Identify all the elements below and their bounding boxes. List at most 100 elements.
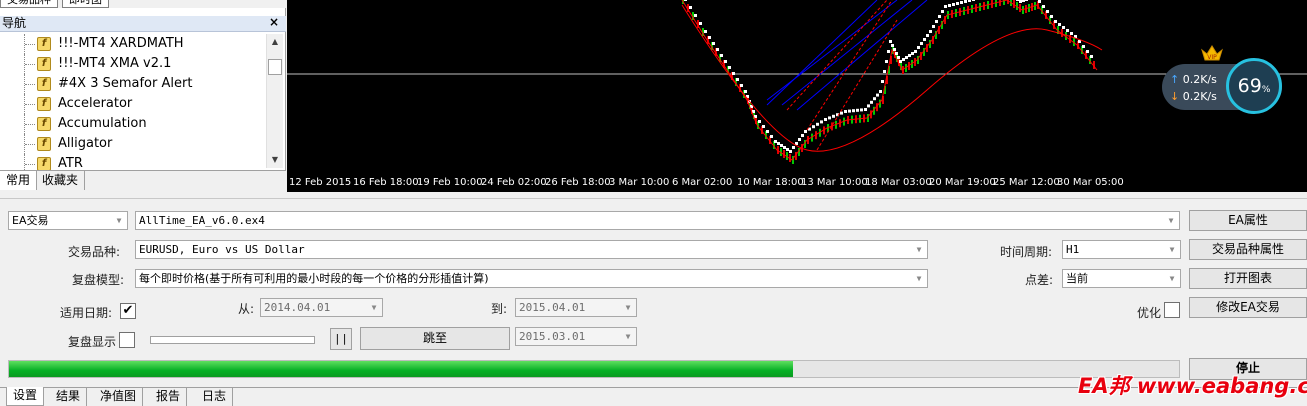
tab-report[interactable]: 报告 [150, 388, 188, 406]
fractal-dot [801, 134, 804, 137]
fractal-dot [926, 34, 929, 37]
skip-date-picker[interactable]: 2015.03.01 ▼ [515, 327, 637, 346]
tree-item[interactable]: f #4X 3 Semafor Alert [0, 74, 266, 94]
scroll-down-icon[interactable]: ▼ [267, 152, 283, 168]
tab-symbols[interactable]: 交易品种 [0, 0, 58, 8]
vip-badge-text: VIP [1207, 54, 1217, 61]
fractal-dot [792, 146, 795, 149]
fractal-dot [1019, 0, 1022, 3]
tree-item[interactable]: f ATR [0, 154, 266, 170]
fractal-dot [689, 6, 692, 9]
fractal-dot [941, 10, 944, 13]
symbol-properties-button[interactable]: 交易品种属性 [1189, 239, 1307, 260]
indicator-f-icon: f [37, 57, 51, 71]
symbol-select[interactable]: EURUSD, Euro vs US Dollar ▼ [135, 240, 928, 259]
fractal-dot [1066, 29, 1069, 32]
fractal-dot [935, 20, 938, 23]
use-date-checkbox[interactable]: ✔ [120, 303, 136, 319]
chevron-down-icon: ▼ [1168, 216, 1174, 225]
tree-item[interactable]: f Accelerator [0, 94, 266, 114]
gauge-value: 69 [1237, 75, 1262, 97]
mode-select[interactable]: EA交易 ▼ [8, 211, 128, 230]
period-select[interactable]: H1 ▼ [1062, 240, 1181, 259]
fan-line-red-dashed [786, 0, 888, 111]
from-date-picker[interactable]: 2014.04.01 ▼ [260, 298, 383, 317]
fractal-dot [883, 70, 886, 73]
fractal-dot [824, 118, 827, 121]
tree-item[interactable]: f !!!-MT4 XARDMATH [0, 34, 266, 54]
symbol-label: 交易品种: [68, 245, 121, 259]
tree-item-label: ATR [58, 156, 83, 170]
tree-item[interactable]: f !!!-MT4 XMA v2.1 [0, 54, 266, 74]
skip-to-button[interactable]: 跳至 [360, 327, 510, 350]
tab-favorites[interactable]: 收藏夹 [36, 171, 86, 190]
fractal-dot [770, 135, 773, 138]
expert-select[interactable]: AllTime_EA_v6.0.ex4 ▼ [135, 211, 1180, 230]
price-chart[interactable] [287, 0, 1307, 175]
modify-expert-button[interactable]: 修改EA交易 [1189, 297, 1307, 318]
visual-speed-slider[interactable] [150, 336, 315, 344]
visual-mode-checkbox[interactable] [119, 332, 135, 348]
spread-select[interactable]: 当前 ▼ [1062, 269, 1181, 288]
spread-value: 当前 [1066, 272, 1088, 285]
fractal-dot [777, 142, 780, 145]
tree-item[interactable]: f Alligator [0, 134, 266, 154]
fractal-dot [948, 4, 951, 7]
fractal-dot [786, 148, 789, 151]
scroll-up-icon[interactable]: ▲ [267, 34, 283, 50]
fractal-dot [968, 0, 971, 2]
vip-crown-icon: VIP [1201, 44, 1223, 62]
fractal-dot [923, 38, 926, 41]
scroll-thumb[interactable] [268, 59, 282, 75]
tab-quick-chart[interactable]: 即时图 [62, 0, 109, 8]
expert-properties-button[interactable]: EA属性 [1189, 210, 1307, 231]
tree-item[interactable]: f Accumulation [0, 114, 266, 134]
time-tick-label: 25 Mar 12:00 [993, 177, 1060, 188]
chart-time-axis: 12 Feb 2015 16 Feb 18:00 19 Feb 10:00 24 Fe… [287, 175, 1307, 192]
fractal-dot [899, 60, 902, 63]
fractal-dot [914, 50, 917, 53]
fractal-dot [712, 42, 715, 45]
tree-connector [24, 54, 35, 74]
fan-line-blue [766, 0, 898, 101]
indicator-tree: f !!!-MT4 XARDMATH f !!!-MT4 XMA v2.1 f #4X… [0, 34, 266, 170]
tab-results[interactable]: 结果 [50, 388, 88, 406]
fractal-dot [798, 138, 801, 141]
navigator-bottom-tabs: 常用 收藏夹 [0, 170, 286, 192]
time-tick-label: 19 Feb 10:00 [417, 177, 483, 188]
chevron-down-icon: ▼ [916, 274, 922, 283]
pause-button[interactable]: | | [330, 328, 352, 350]
tab-common[interactable]: 常用 [0, 171, 38, 190]
tree-item-label: Accelerator [58, 96, 133, 111]
time-tick-label: 6 Mar 02:00 [672, 177, 733, 188]
fractal-dot [694, 14, 697, 17]
download-arrow-icon: ↓ [1170, 90, 1180, 103]
tree-item-label: !!!-MT4 XMA v2.1 [58, 56, 172, 71]
tab-equity-graph[interactable]: 净值图 [94, 388, 144, 406]
fractal-dot [758, 120, 761, 123]
close-icon[interactable]: × [269, 15, 279, 29]
optimize-checkbox[interactable] [1164, 302, 1180, 318]
download-speed: ↓ 0.2K/s [1170, 90, 1217, 103]
tab-settings[interactable]: 设置 [6, 387, 45, 406]
time-tick-label: 30 Mar 05:00 [1057, 177, 1124, 188]
fractal-dot [870, 100, 873, 104]
fractal-dot [832, 114, 835, 118]
fractal-dot [684, 0, 687, 1]
time-tick-label: 26 Feb 18:00 [545, 177, 611, 188]
open-chart-button[interactable]: 打开图表 [1189, 268, 1307, 289]
to-date-picker[interactable]: 2015.04.01 ▼ [515, 298, 637, 317]
fractal-dot [840, 111, 843, 115]
model-select[interactable]: 每个即时价格(基于所有可利用的最小时段的每一个价格的分形插值计算) ▼ [135, 269, 928, 288]
tree-connector [24, 154, 35, 170]
tree-scrollbar[interactable]: ▲ ▼ [266, 34, 283, 168]
from-label: 从: [238, 302, 255, 316]
fractal-dot [720, 54, 723, 57]
tab-journal[interactable]: 日志 [196, 388, 234, 406]
fractal-dot [789, 150, 792, 153]
memory-gauge[interactable]: 69% [1226, 58, 1282, 114]
fractal-dot [952, 3, 955, 6]
fractal-dot [708, 36, 711, 39]
fractal-dot [889, 40, 892, 43]
fractal-dot [1054, 20, 1057, 23]
